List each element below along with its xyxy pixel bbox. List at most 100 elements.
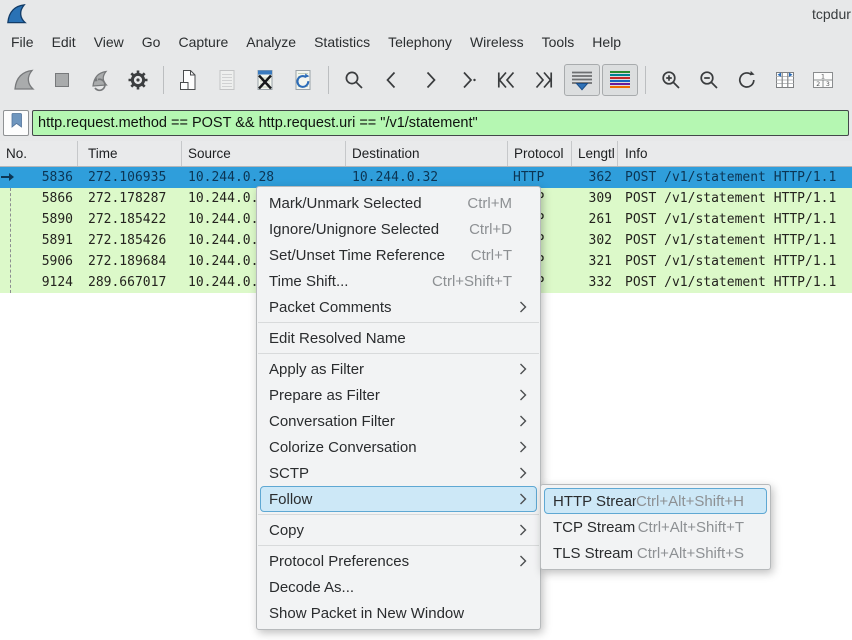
auto-scroll-toggle-button[interactable] <box>564 64 600 96</box>
cell-time: 272.189684 <box>78 254 182 269</box>
cell-no: 5890 <box>0 212 78 227</box>
cell-no: 5866 <box>0 191 78 206</box>
cell-length: 332 <box>572 275 618 290</box>
last-packet-button[interactable] <box>526 64 562 96</box>
cell-no: 5906 <box>0 254 78 269</box>
next-packet-button[interactable] <box>412 64 448 96</box>
submenu-arrow-icon <box>519 363 527 375</box>
menu-edit[interactable]: Edit <box>43 31 85 53</box>
menu-wireless[interactable]: Wireless <box>461 31 533 53</box>
menu-item-packet-comments[interactable]: Packet Comments <box>260 294 537 320</box>
cell-info: POST /v1/statement HTTP/1.1 <box>618 233 852 248</box>
cell-time: 272.185422 <box>78 212 182 227</box>
cell-info: POST /v1/statement HTTP/1.1 <box>618 212 852 227</box>
column-header-no[interactable]: No. <box>0 141 78 166</box>
go-to-packet-button[interactable] <box>450 64 486 96</box>
packet-row-selected[interactable]: 5836272.10693510.244.0.2810.244.0.32HTTP… <box>0 167 852 188</box>
menu-item-time-shift[interactable]: Time Shift...Ctrl+Shift+T <box>260 268 537 294</box>
menu-item-shortcut: Ctrl+Shift+T <box>432 273 512 290</box>
menu-separator <box>258 353 539 354</box>
close-capture-file-button[interactable] <box>247 64 283 96</box>
colorize-toggle-button[interactable] <box>602 64 638 96</box>
filter-bookmark-button[interactable] <box>3 110 29 136</box>
menu-item-shortcut: Ctrl+D <box>469 221 512 238</box>
menu-item-label: Prepare as Filter <box>269 387 519 404</box>
cell-info: POST /v1/statement HTTP/1.1 <box>618 191 852 206</box>
find-packet-button[interactable] <box>336 64 372 96</box>
menu-item-sctp[interactable]: SCTP <box>260 460 537 486</box>
zoom-reset-button[interactable] <box>729 64 765 96</box>
stop-capture-button[interactable] <box>44 64 80 96</box>
selected-packet-arrow-icon <box>1 176 9 178</box>
packet-list-header: No.TimeSourceDestinationProtocolLengtlIn… <box>0 141 852 167</box>
save-file-icon <box>215 68 239 92</box>
menu-item-ignore-unignore-selected[interactable]: Ignore/Unignore SelectedCtrl+D <box>260 216 537 242</box>
menu-item-label: Packet Comments <box>269 299 519 316</box>
submenu-item-tcp-stream[interactable]: TCP StreamCtrl+Alt+Shift+T <box>544 514 767 540</box>
menu-file[interactable]: File <box>2 31 43 53</box>
layout-icon: 123 <box>810 68 836 92</box>
auto-scroll-icon <box>569 68 595 92</box>
menu-item-show-packet-in-new-window[interactable]: Show Packet in New Window <box>260 600 537 626</box>
column-header-protocol[interactable]: Protocol <box>508 141 572 166</box>
menu-item-apply-as-filter[interactable]: Apply as Filter <box>260 356 537 382</box>
cell-time: 272.185426 <box>78 233 182 248</box>
capture-options-button[interactable] <box>120 64 156 96</box>
related-packets-dashed-line <box>10 188 11 293</box>
zoom-in-button[interactable] <box>653 64 689 96</box>
submenu-item-http-stream[interactable]: HTTP StreamCtrl+Alt+Shift+H <box>544 488 767 514</box>
svg-text:2: 2 <box>816 80 820 87</box>
menu-item-follow[interactable]: Follow <box>260 486 537 512</box>
zoom-reset-icon <box>735 68 759 92</box>
menu-item-label: Apply as Filter <box>269 361 519 378</box>
menu-item-colorize-conversation[interactable]: Colorize Conversation <box>260 434 537 460</box>
column-header-lengtl[interactable]: Lengtl <box>572 141 618 166</box>
menu-tools[interactable]: Tools <box>533 31 584 53</box>
fin-restart-icon <box>88 68 112 92</box>
menu-item-mark-unmark-selected[interactable]: Mark/Unmark SelectedCtrl+M <box>260 190 537 216</box>
menu-item-decode-as[interactable]: Decode As... <box>260 574 537 600</box>
menu-item-shortcut: Ctrl+M <box>467 195 512 212</box>
menu-item-copy[interactable]: Copy <box>260 517 537 543</box>
submenu-item-tls-stream[interactable]: TLS StreamCtrl+Alt+Shift+S <box>544 540 767 566</box>
menu-bar: FileEditViewGoCaptureAnalyzeStatisticsTe… <box>0 28 852 55</box>
column-header-info[interactable]: Info <box>618 141 852 166</box>
menu-item-shortcut: Ctrl+Alt+Shift+T <box>638 519 744 536</box>
menu-item-conversation-filter[interactable]: Conversation Filter <box>260 408 537 434</box>
menu-item-label: Time Shift... <box>269 273 432 290</box>
resize-columns-button[interactable] <box>767 64 803 96</box>
colorize-icon <box>607 68 633 92</box>
fin-icon <box>12 68 36 92</box>
menu-go[interactable]: Go <box>133 31 170 53</box>
column-header-time[interactable]: Time <box>78 141 182 166</box>
open-capture-file-button[interactable] <box>171 64 207 96</box>
save-capture-file-button[interactable] <box>209 64 245 96</box>
menu-item-protocol-preferences[interactable]: Protocol Preferences <box>260 548 537 574</box>
display-filter-input[interactable]: http.request.method == POST && http.requ… <box>32 110 849 136</box>
column-header-source[interactable]: Source <box>182 141 346 166</box>
menu-view[interactable]: View <box>85 31 133 53</box>
zoom-out-button[interactable] <box>691 64 727 96</box>
first-packet-button[interactable] <box>488 64 524 96</box>
reload-capture-file-button[interactable] <box>285 64 321 96</box>
menu-item-label: Copy <box>269 522 519 539</box>
cell-length: 302 <box>572 233 618 248</box>
previous-packet-button[interactable] <box>374 64 410 96</box>
pane-layout-button[interactable]: 123 <box>805 64 841 96</box>
menu-separator <box>258 322 539 323</box>
toolbar-separator <box>328 66 329 94</box>
menu-item-prepare-as-filter[interactable]: Prepare as Filter <box>260 382 537 408</box>
menu-help[interactable]: Help <box>583 31 630 53</box>
menu-capture[interactable]: Capture <box>169 31 237 53</box>
menu-statistics[interactable]: Statistics <box>305 31 379 53</box>
toolbar-separator <box>645 66 646 94</box>
menu-item-edit-resolved-name[interactable]: Edit Resolved Name <box>260 325 537 351</box>
menu-telephony[interactable]: Telephony <box>379 31 461 53</box>
start-capture-button[interactable] <box>6 64 42 96</box>
menu-analyze[interactable]: Analyze <box>237 31 305 53</box>
restart-capture-button[interactable] <box>82 64 118 96</box>
cell-length: 261 <box>572 212 618 227</box>
column-header-destination[interactable]: Destination <box>346 141 508 166</box>
cell-no: 9124 <box>0 275 78 290</box>
menu-item-set-unset-time-reference[interactable]: Set/Unset Time ReferenceCtrl+T <box>260 242 537 268</box>
